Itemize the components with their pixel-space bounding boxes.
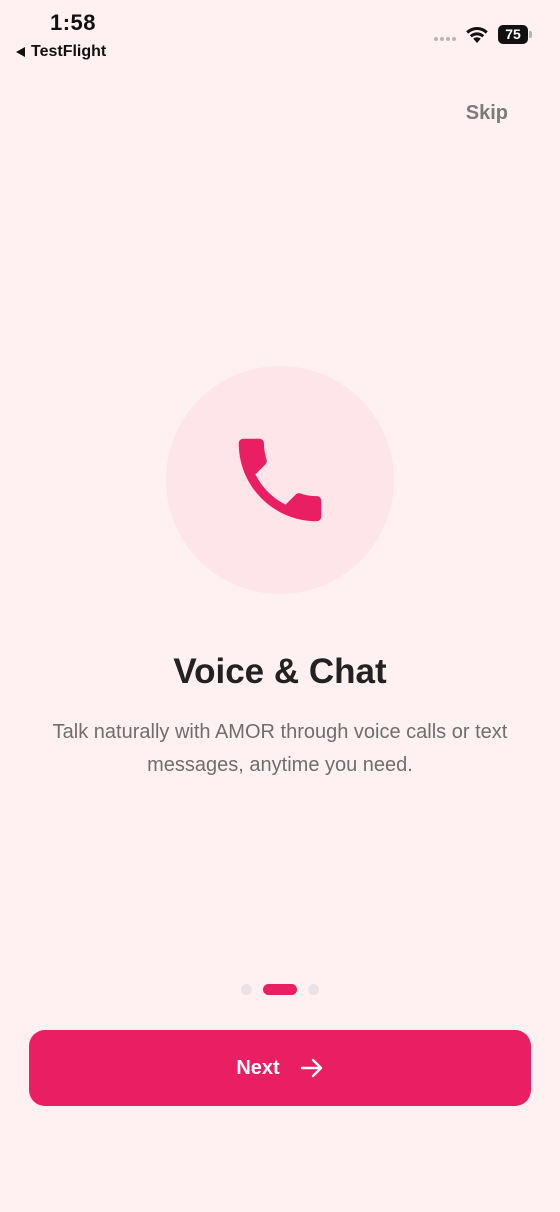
- page-indicator: [0, 984, 560, 995]
- status-time: 1:58: [50, 10, 97, 35]
- battery-tip: [529, 31, 532, 38]
- back-app-label: TestFlight: [31, 43, 107, 60]
- page-dot-1[interactable]: [241, 984, 252, 995]
- arrow-right-icon: [300, 1058, 322, 1078]
- signal-dots-icon: [434, 37, 456, 41]
- hero-icon-circle: [166, 366, 394, 594]
- skip-button[interactable]: Skip: [466, 102, 508, 125]
- phone-icon: [238, 438, 322, 522]
- next-button-label: Next: [236, 1056, 280, 1079]
- page-description: Talk naturally with AMOR through voice c…: [52, 721, 508, 776]
- battery-icon: 75: [498, 25, 528, 44]
- back-to-testflight[interactable]: TestFlight: [16, 43, 106, 61]
- status-bar: 1:58 TestFlight 75: [0, 0, 560, 70]
- page-title: Voice & Chat: [173, 652, 387, 691]
- page-dot-2-active[interactable]: [263, 984, 297, 995]
- wifi-icon: [466, 27, 488, 43]
- back-arrow-icon: [16, 47, 25, 57]
- next-button[interactable]: Next: [29, 1030, 531, 1106]
- page-dot-3[interactable]: [308, 984, 319, 995]
